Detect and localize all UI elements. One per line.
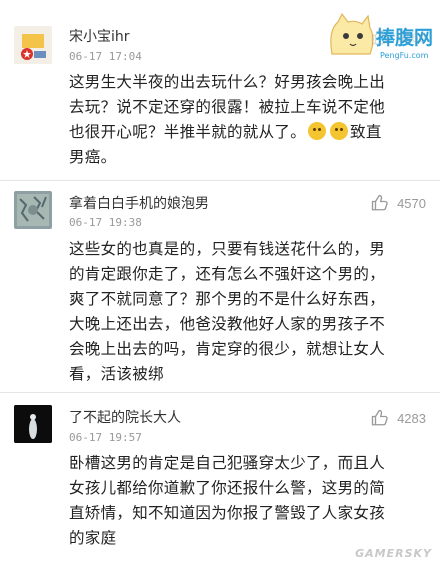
timestamp: 06-17 19:38: [69, 216, 142, 229]
grin-emoji-icon: [330, 122, 349, 140]
comment-text: 这男生大半夜的出去玩什么？好男孩会晚上出 去玩？说不定还穿的很露！被拉上车说不定…: [69, 70, 429, 170]
like-count: 4570: [397, 195, 426, 211]
avatar[interactable]: [14, 26, 52, 64]
comment-line: 男癌。: [69, 148, 117, 166]
comment-line-suffix: 致直: [350, 123, 382, 141]
username[interactable]: 了不起的院长大人: [69, 407, 181, 427]
avatar[interactable]: [14, 405, 52, 443]
comment-line: 的肯定跟你走了，还有怎么不强奸这个男的，: [69, 265, 386, 283]
like-button[interactable]: 5260: [371, 28, 426, 46]
comment-line-text: 也很开心呢？半推半就的就从了。: [69, 123, 307, 141]
timestamp: 06-17 19:57: [69, 431, 142, 444]
comment-line: 卧槽这男的肯定是自己犯骚穿太少了，而且人: [69, 454, 386, 472]
username[interactable]: 宋小宝ihr: [69, 26, 130, 46]
comment-line: 会晚上出去的吗，肯定穿的很少，就想让女人: [69, 340, 386, 358]
comment-line: 大晚上还出去，他爸没教他好人家的男孩子不: [69, 315, 386, 333]
comment-text: 卧槽这男的肯定是自己犯骚穿太少了，而且人 女孩儿都给你道歉了你还报什么警，这男的…: [69, 451, 429, 551]
comment-line: 去玩？说不定还穿的很露！被拉上车说不定他: [69, 98, 386, 116]
comment-line: 也很开心呢？半推半就的就从了。 致直: [69, 120, 429, 145]
like-button[interactable]: 4283: [371, 409, 426, 427]
like-count: 5260: [397, 29, 426, 45]
thumbs-up-icon: [371, 409, 388, 426]
thumbs-up-icon: [371, 194, 388, 211]
like-count: 4283: [397, 410, 426, 426]
like-button[interactable]: 4570: [371, 194, 426, 212]
comment-item: 拿着白白手机的娘泡男 06-17 19:38 4570 这些女的也真是的，只要有…: [0, 181, 440, 386]
comment-line: 这男生大半夜的出去玩什么？好男孩会晚上出: [69, 73, 386, 91]
avatar[interactable]: [14, 191, 52, 229]
comment-line: 直矫情，知不知道因为你报了警毁了人家女孩: [69, 504, 386, 522]
thumbs-up-icon: [371, 28, 388, 45]
timestamp: 06-17 17:04: [69, 50, 142, 63]
grin-emoji-icon: [308, 122, 327, 140]
comment-item: 宋小宝ihr 06-17 17:04 5260 这男生大半夜的出去玩什么？好男孩…: [0, 0, 440, 182]
gamersky-watermark: GAMERSKY: [355, 547, 432, 560]
comment-line: 女孩儿都给你道歉了你还报什么警，这男的简: [69, 479, 386, 497]
comment-line: 这些女的也真是的，只要有钱送花什么的，男: [69, 240, 386, 258]
username[interactable]: 拿着白白手机的娘泡男: [69, 193, 209, 213]
comment-line: 爽了不就同意了？那个男的不是什么好东西，: [69, 290, 386, 308]
comment-item: 了不起的院长大人 06-17 19:57 4283 卧槽这男的肯定是自己犯骚穿太…: [0, 393, 440, 564]
comment-text: 这些女的也真是的，只要有钱送花什么的，男 的肯定跟你走了，还有怎么不强奸这个男的…: [69, 237, 429, 387]
comment-line: 看，活该被绑: [69, 365, 164, 383]
